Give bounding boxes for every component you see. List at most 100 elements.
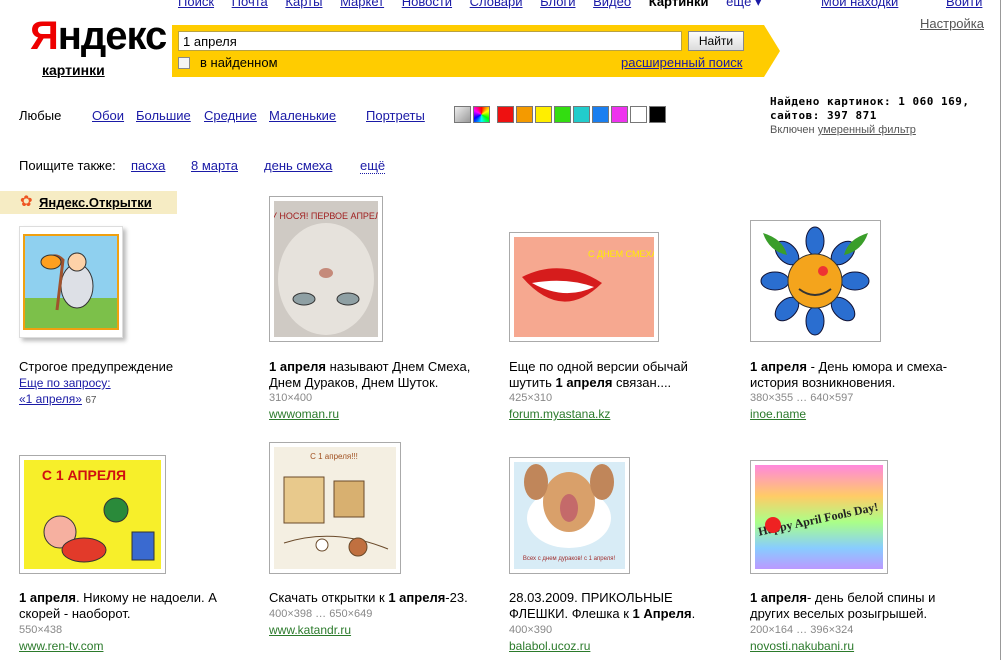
result-dimensions: 310×400 [269, 392, 313, 404]
card-thumbnail[interactable] [19, 226, 131, 338]
result-host-link[interactable]: balabol.ucoz.ru [509, 639, 590, 653]
result-thumbnail[interactable]: С 1 апреля!!! [269, 442, 401, 574]
result-caption: 1 апреля - День юмора и смеха- история в… [750, 359, 948, 390]
result-host-link[interactable]: forum.myastana.kz [509, 407, 610, 421]
result-thumbnail[interactable] [750, 220, 881, 342]
color-swatch-white[interactable] [630, 106, 647, 123]
card-more-link[interactable]: Еще по запросу: [19, 376, 111, 390]
nav-video[interactable]: Видео [593, 0, 631, 9]
result-thumbnail[interactable]: Happy April Fools Day! [750, 460, 888, 574]
color-swatch-multicolor[interactable] [473, 106, 490, 123]
result-dimensions: 200×164 … 396×324 [750, 624, 854, 636]
search-in-found[interactable]: в найденном [178, 55, 278, 70]
result-dimensions: 400×390 [509, 624, 553, 636]
result-thumbnail[interactable]: НУ НОСЯ! ПЕРВОЕ АПРЕЛЯ [265, 196, 387, 342]
nav-mail[interactable]: Почта [232, 0, 268, 9]
color-filters [454, 106, 668, 123]
filter-small[interactable]: Маленькие [269, 108, 336, 123]
card-cartoon-image [23, 234, 119, 330]
card-query-count: 67 [85, 395, 97, 406]
family-filter-status: Включен умеренный фильтр [770, 124, 916, 136]
svg-text:Всех с днем дураков! с 1 апрел: Всех с днем дураков! с 1 апреля! [523, 556, 616, 562]
nav-more[interactable]: ещё ▾ [726, 0, 761, 9]
moderate-filter-link[interactable]: умеренный фильтр [818, 124, 916, 136]
result-image-dog: Всех с днем дураков! с 1 апреля! [514, 462, 625, 569]
settings-link[interactable]: Настройка [920, 16, 984, 31]
result-host-link[interactable]: novosti.nakubani.ru [750, 639, 854, 653]
cards-header: ✿ Яндекс.Открытки [0, 191, 177, 214]
related-easter[interactable]: пасха [131, 158, 165, 173]
filter-portraits[interactable]: Портреты [366, 108, 425, 123]
result-dimensions: 550×438 [19, 624, 63, 636]
result-host-link[interactable]: inoe.name [750, 407, 806, 421]
result-image-lips: С ДНЕМ СМЕХА! [514, 237, 660, 337]
color-swatch-blue[interactable] [592, 106, 609, 123]
card-query: «1 апреля» 67 [19, 392, 96, 406]
nav-market[interactable]: Маркет [340, 0, 384, 9]
card-caption: Строгое предупреждение [19, 359, 174, 374]
result-thumbnail[interactable]: Всех с днем дураков! с 1 апреля! [509, 457, 630, 574]
nav-blogs[interactable]: Блоги [540, 0, 575, 9]
related-label: Поищите также: [19, 158, 116, 173]
color-swatch-red[interactable] [497, 106, 514, 123]
yandex-logo[interactable]: Яндекс [30, 14, 167, 58]
result-dimensions: 380×355 … 640×597 [750, 392, 854, 404]
color-swatch-orange[interactable] [516, 106, 533, 123]
in-found-label: в найденном [200, 55, 278, 70]
result-image-rainbow: Happy April Fools Day! [755, 465, 883, 569]
nav-search[interactable]: Поиск [178, 0, 214, 9]
result-caption: Еще по одной версии обычай шутить 1 апре… [509, 359, 688, 390]
service-title[interactable]: картинки [42, 62, 105, 78]
nav-dictionaries[interactable]: Словари [470, 0, 523, 9]
search-button[interactable]: Найти [688, 31, 744, 51]
result-caption: 1 апреля- день белой спины и других весе… [750, 590, 936, 621]
nav-news[interactable]: Новости [402, 0, 452, 9]
result-caption: 1 апреля. Никому не надоели. А скорей - … [19, 590, 217, 621]
search-bar: Найти в найденном расширенный поиск [172, 25, 780, 77]
result-host-link[interactable]: wwwoman.ru [269, 407, 339, 421]
svg-text:С ДНЕМ СМЕХА!: С ДНЕМ СМЕХА! [588, 249, 654, 259]
svg-text:С 1 АПРЕЛЯ: С 1 АПРЕЛЯ [42, 467, 126, 483]
card-query-link[interactable]: «1 апреля» [19, 392, 82, 406]
result-host-link[interactable]: www.ren-tv.com [19, 639, 103, 653]
related-laugh-day[interactable]: день смеха [264, 158, 332, 173]
result-caption: 28.03.2009. ПРИКОЛЬНЫЕ ФЛЕШКИ. Флешка к … [509, 590, 696, 621]
result-caption: 1 апреля называют Днем Смеха, Днем Дурак… [269, 359, 471, 390]
related-more[interactable]: ещё [360, 158, 386, 174]
result-thumbnail[interactable]: С ДНЕМ СМЕХА! [509, 232, 660, 342]
related-march8[interactable]: 8 марта [191, 158, 238, 173]
svg-text:НУ НОСЯ! ПЕРВОЕ АПРЕЛЯ: НУ НОСЯ! ПЕРВОЕ АПРЕЛЯ [274, 211, 378, 221]
filter-any-size: Любые [19, 108, 62, 123]
color-swatch-yellow[interactable] [535, 106, 552, 123]
result-image-cartoon: С 1 АПРЕЛЯ [24, 460, 161, 569]
filter-medium[interactable]: Средние [204, 108, 257, 123]
advanced-search-link[interactable]: расширенный поиск [621, 55, 742, 70]
results-count: Найдено картинок: 1 060 169, сайтов: 397… [770, 95, 970, 122]
result-host-link[interactable]: www.katandr.ru [269, 623, 351, 637]
svg-text:С 1 апреля!!!: С 1 апреля!!! [310, 452, 358, 461]
services-nav: Поиск Почта Карты Маркет Новости Словари… [178, 0, 775, 10]
result-image-flower [755, 225, 876, 337]
color-swatch-green[interactable] [554, 106, 571, 123]
filter-wallpapers[interactable]: Обои [92, 108, 124, 123]
color-swatch-gray[interactable] [454, 106, 471, 123]
search-input[interactable] [178, 31, 682, 51]
cards-title-link[interactable]: Яндекс.Открытки [39, 195, 152, 210]
result-image-cat: НУ НОСЯ! ПЕРВОЕ АПРЕЛЯ [265, 201, 387, 337]
color-swatch-black[interactable] [649, 106, 666, 123]
result-dimensions: 400×398 … 650×649 [269, 608, 373, 620]
flower-icon: ✿ [20, 193, 33, 210]
result-image-sketch: С 1 апреля!!! [274, 447, 396, 569]
login-link[interactable]: Войти [946, 0, 982, 9]
filter-large[interactable]: Большие [136, 108, 191, 123]
result-thumbnail[interactable]: С 1 АПРЕЛЯ [19, 455, 166, 574]
in-found-checkbox[interactable] [178, 56, 190, 69]
result-dimensions: 425×310 [509, 392, 553, 404]
nav-images-current: Картинки [648, 0, 709, 9]
color-swatch-cyan[interactable] [573, 106, 590, 123]
result-caption: Скачать открытки к 1 апреля-23. [269, 590, 468, 605]
nav-maps[interactable]: Карты [285, 0, 322, 9]
window-edge [1000, 0, 1001, 660]
my-finds-link[interactable]: Мои находки [821, 0, 898, 9]
color-swatch-violet[interactable] [611, 106, 628, 123]
